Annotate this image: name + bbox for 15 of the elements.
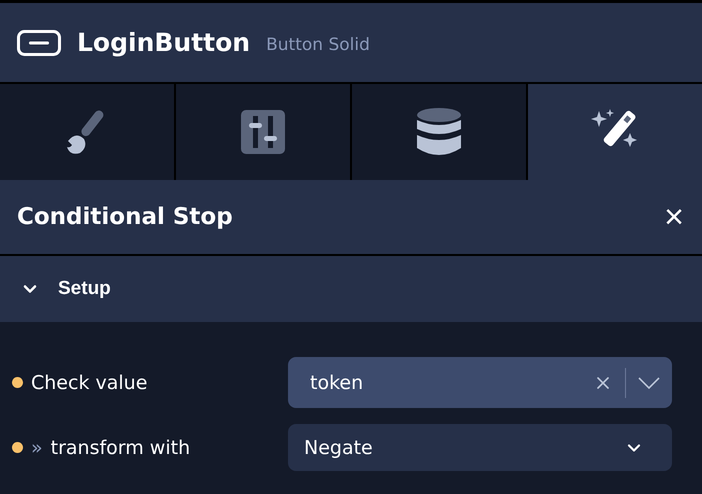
close-button[interactable]: × — [664, 200, 684, 234]
combo-field[interactable]: token — [288, 357, 672, 408]
panel-title: Conditional Stop — [17, 204, 233, 230]
caret-icon — [638, 376, 660, 388]
section-header[interactable]: Setup — [0, 256, 702, 322]
field-label: Check value — [31, 372, 148, 394]
sliders-icon — [241, 110, 285, 154]
nested-marker: » — [31, 436, 43, 458]
component-title: LoginButton — [77, 28, 250, 57]
field-label: transform with — [50, 436, 190, 458]
component-type: Button Solid — [266, 34, 370, 54]
database-icon — [417, 108, 461, 156]
tab[interactable] — [528, 84, 702, 180]
button-icon — [17, 30, 61, 56]
select-field[interactable]: Negate — [288, 424, 672, 471]
